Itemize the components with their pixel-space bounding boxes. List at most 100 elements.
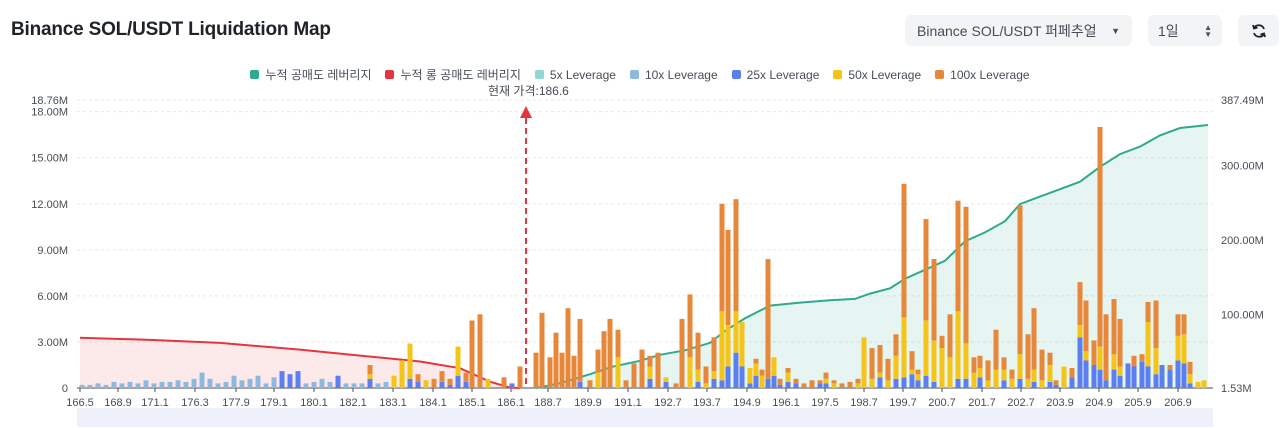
bar-100x — [679, 318, 685, 388]
bar-100x — [367, 365, 373, 375]
bar-50x — [901, 317, 907, 378]
bar-25x — [1091, 365, 1097, 388]
bar-10x — [359, 383, 365, 388]
y-left-tick-label: 0 — [62, 383, 68, 395]
bar-100x — [809, 380, 815, 388]
bar-100x — [673, 383, 679, 388]
bar-50x — [785, 372, 791, 382]
bar-100x — [565, 308, 571, 388]
bar-50x — [407, 343, 413, 379]
bar-100x — [1175, 314, 1181, 336]
bar-100x — [439, 371, 445, 382]
liquidation-chart: 0 3.00M 6.00M 9.00M 12.00M 15.00M 18.00M18.76M… — [31, 95, 1264, 409]
bar-100x — [1111, 299, 1117, 355]
bar-100x — [993, 329, 999, 370]
bar-100x — [431, 378, 437, 388]
bar-25x — [747, 383, 753, 388]
bar-25x — [279, 371, 285, 388]
bar-25x — [719, 380, 725, 388]
bar-100x — [1017, 205, 1023, 355]
bar-10x — [311, 381, 317, 388]
bar-10x — [79, 384, 85, 388]
bar-50x — [1175, 335, 1181, 361]
bar-10x — [103, 384, 109, 388]
bar-50x — [711, 371, 717, 379]
bar-25x — [1181, 363, 1187, 388]
bar-100x — [923, 219, 929, 321]
bar-50x — [753, 363, 759, 376]
bar-100x — [1031, 308, 1037, 370]
bar-100x — [955, 200, 961, 312]
bar-50x — [877, 372, 883, 378]
bar-25x — [1017, 378, 1023, 388]
bar-25x — [695, 381, 701, 388]
bar-25x — [923, 375, 929, 388]
bar-100x — [615, 329, 621, 358]
bar-10x — [175, 380, 181, 388]
bar-50x — [869, 378, 875, 388]
bar-100x — [1167, 365, 1173, 370]
bar-25x — [509, 383, 515, 388]
bar-50x — [971, 372, 977, 388]
bar-100x — [855, 378, 861, 384]
bar-100x — [777, 378, 783, 385]
bar-50x — [647, 366, 653, 379]
bar-100x — [501, 377, 507, 388]
bar-100x — [1103, 314, 1109, 381]
bar-50x — [955, 311, 961, 379]
bar-100x — [695, 332, 701, 370]
bar-25x — [415, 381, 421, 388]
bar-100x — [765, 259, 771, 379]
bar-50x — [1009, 378, 1015, 388]
bar-50x — [663, 377, 669, 382]
bar-100x — [977, 355, 983, 369]
y-right-tick-label: 100.00M — [1221, 310, 1264, 322]
bar-25x — [963, 378, 969, 388]
bar-50x — [759, 375, 765, 388]
bar-100x — [1117, 318, 1123, 367]
bar-10x — [375, 383, 381, 388]
chart-scrollbar[interactable] — [77, 408, 1213, 427]
bar-25x — [439, 381, 445, 388]
bar-25x — [663, 381, 669, 388]
bar-10x — [111, 381, 117, 388]
bar-25x — [463, 381, 469, 388]
bar-50x — [595, 372, 601, 388]
bar-25x — [817, 383, 823, 388]
bar-25x — [407, 378, 413, 388]
bar-10x — [343, 383, 349, 388]
bar-10x — [327, 381, 333, 388]
bar-100x — [1077, 282, 1083, 326]
bar-10x — [263, 383, 269, 388]
bar-10x — [351, 383, 357, 388]
bar-100x — [793, 378, 799, 384]
bar-100x — [985, 360, 991, 381]
bar-10x — [183, 381, 189, 388]
bar-10x — [135, 383, 141, 388]
bar-50x — [1145, 322, 1151, 367]
bar-50x — [399, 360, 405, 388]
bar-100x — [847, 381, 853, 388]
bar-50x — [1097, 346, 1103, 370]
bar-100x — [571, 355, 577, 388]
bar-100x — [1139, 354, 1145, 362]
bar-100x — [831, 380, 837, 384]
bar-25x — [1167, 369, 1173, 388]
bar-100x — [1039, 349, 1045, 381]
bar-25x — [455, 375, 461, 388]
bar-100x — [719, 203, 725, 312]
bar-50x — [733, 311, 739, 353]
bar-25x — [1145, 366, 1151, 388]
bar-100x — [885, 358, 891, 381]
bar-50x — [485, 378, 491, 388]
bar-100x — [553, 332, 559, 388]
bar-25x — [287, 374, 293, 388]
bar-50x — [885, 380, 891, 388]
bar-50x — [1117, 366, 1123, 376]
bar-25x — [711, 378, 717, 388]
bar-100x — [547, 357, 553, 388]
bar-100x — [577, 318, 583, 382]
bar-100x — [623, 380, 629, 388]
bar-50x — [719, 311, 725, 381]
bar-10x — [247, 378, 253, 388]
